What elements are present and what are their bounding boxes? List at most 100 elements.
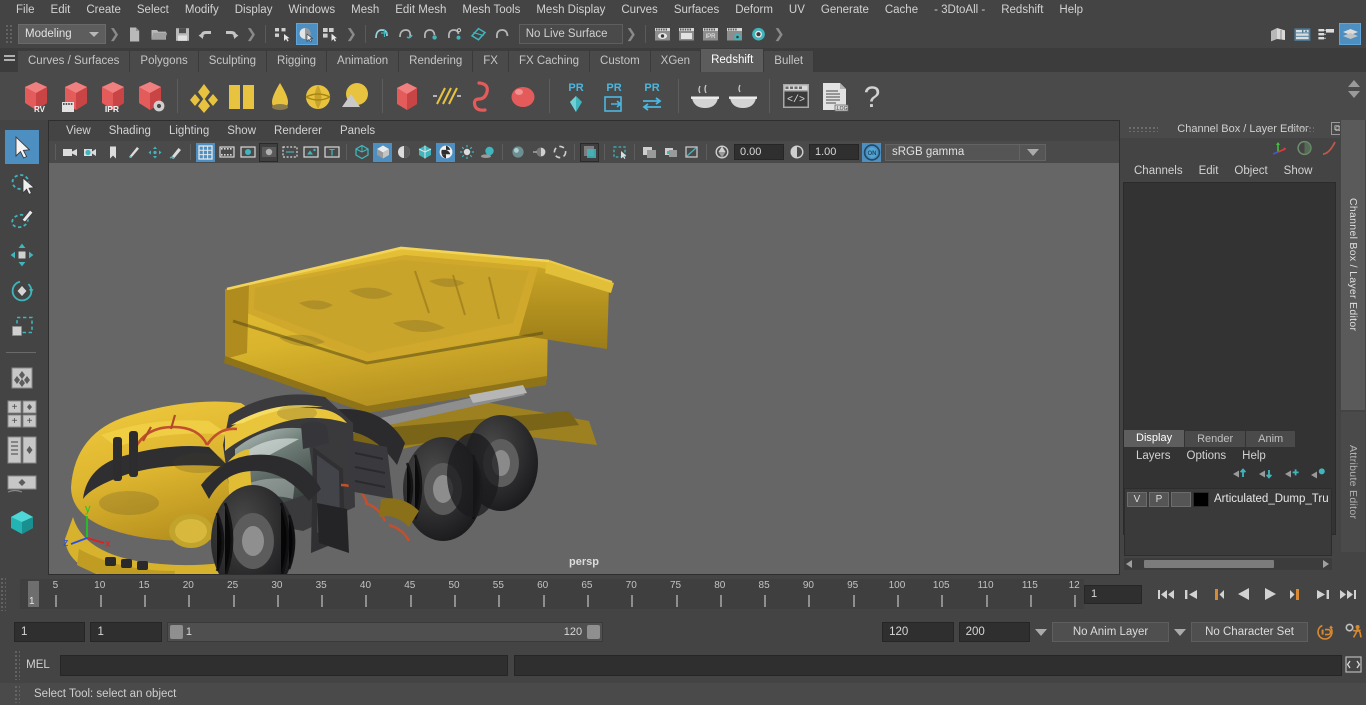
range-slider-right-handle[interactable]	[587, 625, 601, 639]
channel-box-menu-channels[interactable]: Channels	[1126, 165, 1191, 177]
menu-redshift[interactable]: Redshift	[993, 0, 1051, 20]
time-slider[interactable]: 1 5 10 15 20 25 30 35 40 45 50 55 60 65 70 75 80 85 90 95 1…	[20, 579, 1084, 609]
menu-set-selector[interactable]: Modeling	[18, 24, 106, 44]
menu-create[interactable]: Create	[78, 0, 129, 20]
anim-curve-icon[interactable]	[1321, 140, 1338, 159]
redshift-ipr-button[interactable]: IPR	[95, 76, 131, 116]
layer-visibility-toggle[interactable]: V	[1127, 491, 1147, 507]
textured-icon[interactable]	[436, 142, 455, 162]
shelf-scroll-up-icon[interactable]	[1348, 80, 1360, 87]
menu-mesh-tools[interactable]: Mesh Tools	[454, 0, 528, 20]
vtab-channel-box-layer-editor[interactable]: Channel Box / Layer Editor	[1341, 120, 1365, 410]
redo-icon[interactable]	[220, 23, 242, 45]
four-view-layout-button[interactable]: + + +	[5, 397, 39, 431]
layer-name[interactable]: Articulated_Dump_Tru	[1214, 493, 1329, 505]
menu-mesh-display[interactable]: Mesh Display	[528, 0, 613, 20]
xray-icon[interactable]	[580, 142, 599, 162]
attribute-editor-icon[interactable]	[1291, 23, 1313, 45]
current-time-indicator[interactable]: 1	[28, 581, 39, 607]
scrollbar-thumb[interactable]	[1144, 560, 1274, 568]
redshift-volume-button[interactable]	[391, 76, 427, 116]
scale-tool-button[interactable]	[5, 310, 39, 344]
menu-modify[interactable]: Modify	[177, 0, 227, 20]
redshift-render-sequence-button[interactable]	[57, 76, 93, 116]
animation-end-time-field[interactable]: 200	[958, 622, 1031, 642]
anim-layer-dropdown-arrow[interactable]	[1035, 628, 1048, 636]
screen-space-ao-icon[interactable]	[508, 143, 527, 162]
command-input-field[interactable]	[60, 654, 508, 676]
snap-point-icon[interactable]	[420, 23, 442, 45]
go-to-end-icon[interactable]	[1337, 583, 1359, 605]
go-to-start-icon[interactable]	[1155, 583, 1177, 605]
shadows-icon[interactable]	[478, 143, 497, 162]
redshift-curve-button[interactable]	[429, 76, 465, 116]
menu-windows[interactable]: Windows	[280, 0, 343, 20]
film-gate-icon[interactable]	[217, 143, 236, 162]
viewport-menu-view[interactable]: View	[57, 125, 100, 137]
select-object-icon[interactable]	[295, 23, 318, 45]
menu-3dtoall[interactable]: - 3DtoAll -	[926, 0, 993, 20]
play-forwards-icon[interactable]	[1259, 583, 1281, 605]
scroll-left-arrow-icon[interactable]	[1126, 560, 1132, 568]
lasso-select-tool-button[interactable]	[5, 166, 39, 200]
move-layer-up-icon[interactable]	[1232, 467, 1248, 483]
menu-display[interactable]: Display	[227, 0, 281, 20]
shelf-tab-xgen[interactable]: XGen	[650, 51, 702, 72]
shelf-tab-curves-surfaces[interactable]: Curves / Surfaces	[18, 51, 131, 72]
shelf-tab-redshift[interactable]: Redshift	[701, 49, 765, 72]
layer-playback-toggle[interactable]: P	[1149, 491, 1169, 507]
viewport-menu-lighting[interactable]: Lighting	[160, 125, 218, 137]
ipr-render-icon[interactable]: IPR	[700, 23, 722, 45]
last-tool-button[interactable]	[5, 361, 39, 395]
redshift-proxy-button[interactable]	[505, 76, 541, 116]
step-forward-frame-icon[interactable]	[1285, 583, 1307, 605]
redshift-bake-set-button[interactable]	[725, 76, 761, 116]
layer-tab-display[interactable]: Display	[1124, 430, 1185, 447]
viewport-transparency-icon[interactable]	[682, 143, 701, 162]
snap-curve-icon[interactable]	[396, 23, 418, 45]
persp-outliner-layout-button[interactable]	[5, 433, 39, 467]
camera-select-icon[interactable]	[61, 143, 80, 162]
shelf-tab-custom[interactable]: Custom	[590, 51, 651, 72]
exposure-field[interactable]: 0.00	[734, 144, 784, 160]
motion-blur-icon[interactable]	[529, 143, 548, 162]
menu-mesh[interactable]: Mesh	[343, 0, 387, 20]
animation-start-time-field[interactable]: 1	[14, 622, 86, 642]
menu-deform[interactable]: Deform	[727, 0, 781, 20]
image-plane-icon[interactable]	[124, 143, 143, 162]
redshift-proxy-import-button[interactable]: PR	[596, 76, 632, 116]
tool-settings-icon[interactable]	[1315, 23, 1337, 45]
character-set-selector[interactable]: No Character Set	[1191, 622, 1309, 642]
grease-pencil-icon[interactable]	[166, 143, 185, 162]
menu-cache[interactable]: Cache	[877, 0, 926, 20]
xray-joints-icon[interactable]	[610, 143, 629, 162]
layer-menu-layers[interactable]: Layers	[1128, 450, 1179, 462]
exposure-icon[interactable]	[712, 143, 731, 162]
shelf-scroll-down-icon[interactable]	[1348, 91, 1360, 98]
range-slider[interactable]: 1 120	[166, 622, 604, 642]
step-back-keyframe-icon[interactable]	[1181, 583, 1203, 605]
collapse-select-section-icon[interactable]: ❯	[343, 26, 360, 42]
layer-list[interactable]: V P Articulated_Dump_Tru	[1124, 488, 1332, 556]
channel-box-menu-object[interactable]: Object	[1226, 165, 1275, 177]
live-surface-field[interactable]: No Live Surface	[518, 24, 623, 44]
channel-box-menu-edit[interactable]: Edit	[1191, 165, 1227, 177]
shelf-tab-rendering[interactable]: Rendering	[399, 51, 474, 72]
help-line-grip[interactable]	[14, 685, 20, 703]
gamma-field[interactable]: 1.00	[809, 144, 859, 160]
new-layer-from-selection-icon[interactable]	[1310, 467, 1326, 483]
select-component-icon[interactable]	[320, 23, 342, 45]
channel-box-menu-show[interactable]: Show	[1276, 165, 1321, 177]
vtab-attribute-editor[interactable]: Attribute Editor	[1341, 412, 1365, 552]
rotate-tool-button[interactable]	[5, 274, 39, 308]
redshift-bake-button[interactable]	[687, 76, 723, 116]
step-forward-keyframe-icon[interactable]	[1311, 583, 1333, 605]
wireframe-icon[interactable]	[352, 143, 371, 162]
redshift-sss-button[interactable]	[300, 76, 336, 116]
render-view-icon[interactable]	[652, 23, 674, 45]
current-frame-field[interactable]: 1	[1084, 584, 1142, 604]
safe-action-icon[interactable]	[301, 143, 320, 162]
redshift-help-button[interactable]: ?	[854, 76, 890, 116]
menu-curves[interactable]: Curves	[613, 0, 665, 20]
step-back-frame-icon[interactable]	[1207, 583, 1229, 605]
